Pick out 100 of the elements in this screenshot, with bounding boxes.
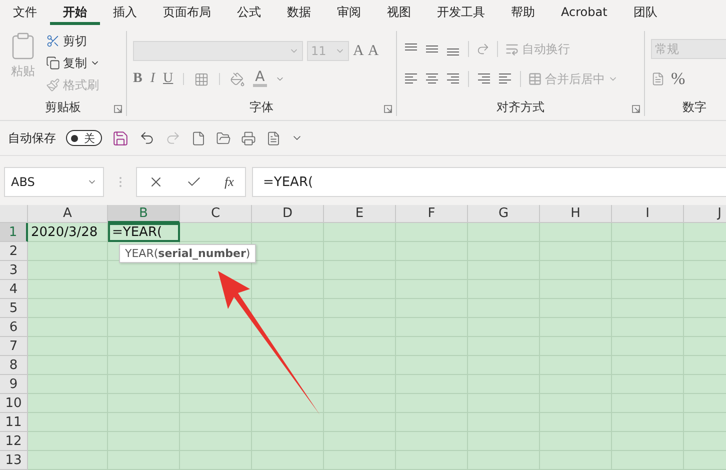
table-cell[interactable]	[468, 394, 540, 413]
table-cell[interactable]	[612, 280, 684, 299]
ribbon-tab[interactable]: 公式	[224, 0, 274, 25]
table-cell[interactable]	[612, 356, 684, 375]
column-header[interactable]: F	[396, 205, 468, 223]
table-cell[interactable]	[108, 318, 180, 337]
active-cell[interactable]: =YEAR(	[108, 223, 180, 242]
column-header[interactable]: G	[468, 205, 540, 223]
table-cell[interactable]	[324, 223, 396, 242]
copy-button[interactable]: 复制	[46, 53, 100, 73]
table-cell[interactable]	[28, 413, 108, 432]
redo-icon[interactable]	[165, 130, 181, 146]
table-cell[interactable]	[108, 280, 180, 299]
table-cell[interactable]	[108, 375, 180, 394]
cut-button[interactable]: 剪切	[46, 31, 100, 51]
font-color-button[interactable]: A	[253, 71, 267, 87]
row-header[interactable]: 3	[0, 261, 28, 280]
table-cell[interactable]	[612, 451, 684, 470]
row-header[interactable]: 1	[0, 223, 28, 242]
shrink-font-button[interactable]: A	[368, 42, 379, 60]
printer-icon[interactable]	[241, 130, 256, 146]
table-cell[interactable]	[468, 413, 540, 432]
table-cell[interactable]	[396, 261, 468, 280]
table-cell[interactable]	[324, 451, 396, 470]
table-cell[interactable]	[468, 451, 540, 470]
font-name-field[interactable]	[133, 41, 303, 61]
table-cell[interactable]	[108, 432, 180, 451]
bold-button[interactable]: B	[133, 71, 142, 87]
table-cell[interactable]	[468, 280, 540, 299]
table-cell[interactable]	[28, 375, 108, 394]
percent-button[interactable]: %	[671, 69, 686, 89]
table-cell[interactable]	[612, 337, 684, 356]
column-header[interactable]: H	[540, 205, 612, 223]
table-cell[interactable]	[28, 280, 108, 299]
table-cell[interactable]	[324, 356, 396, 375]
row-header[interactable]: 10	[0, 394, 28, 413]
table-cell[interactable]	[612, 261, 684, 280]
table-cell[interactable]	[180, 375, 252, 394]
table-cell[interactable]	[396, 413, 468, 432]
grow-font-button[interactable]: A	[353, 42, 364, 60]
table-cell[interactable]	[324, 432, 396, 451]
table-cell[interactable]	[540, 337, 612, 356]
underline-button[interactable]: U	[163, 71, 174, 87]
borders-icon[interactable]	[194, 72, 210, 86]
table-cell[interactable]	[180, 394, 252, 413]
table-cell[interactable]	[468, 242, 540, 261]
drag-handle-icon[interactable]	[118, 176, 122, 188]
table-cell[interactable]	[108, 451, 180, 470]
save-icon[interactable]	[112, 130, 129, 147]
ribbon-tab[interactable]: 插入	[100, 0, 150, 25]
table-cell[interactable]	[612, 432, 684, 451]
table-cell[interactable]	[612, 394, 684, 413]
table-cell[interactable]	[468, 375, 540, 394]
table-cell[interactable]	[540, 413, 612, 432]
table-cell[interactable]	[396, 432, 468, 451]
ribbon-tab[interactable]: 文件	[0, 0, 50, 25]
ribbon-tab[interactable]: 开始	[50, 0, 100, 25]
table-cell[interactable]	[28, 451, 108, 470]
autosave-toggle[interactable]: 关	[66, 130, 102, 146]
table-cell[interactable]	[396, 394, 468, 413]
row-header[interactable]: 13	[0, 451, 28, 470]
table-cell[interactable]	[540, 223, 612, 242]
table-cell[interactable]	[396, 280, 468, 299]
ribbon-tab[interactable]: 审阅	[324, 0, 374, 25]
row-header[interactable]: 6	[0, 318, 28, 337]
table-cell[interactable]	[468, 299, 540, 318]
table-cell[interactable]	[324, 242, 396, 261]
table-cell[interactable]	[396, 299, 468, 318]
table-cell[interactable]: 2020/3/28	[28, 223, 108, 242]
table-cell[interactable]	[612, 242, 684, 261]
table-cell[interactable]	[396, 223, 468, 242]
table-cell[interactable]	[324, 394, 396, 413]
italic-button[interactable]: I	[150, 71, 156, 87]
table-cell[interactable]	[612, 413, 684, 432]
table-cell[interactable]	[252, 280, 324, 299]
ribbon-tab[interactable]: 视图	[374, 0, 424, 25]
select-all-corner[interactable]	[0, 205, 28, 223]
name-box[interactable]: ABS	[4, 167, 104, 197]
dialog-launcher-icon[interactable]	[114, 105, 122, 114]
table-cell[interactable]	[28, 299, 108, 318]
table-cell[interactable]	[324, 375, 396, 394]
table-cell[interactable]	[468, 223, 540, 242]
table-cell[interactable]	[396, 375, 468, 394]
row-header[interactable]: 4	[0, 280, 28, 299]
table-cell[interactable]	[468, 337, 540, 356]
undo-icon[interactable]	[139, 130, 155, 146]
table-cell[interactable]	[468, 356, 540, 375]
table-cell[interactable]	[28, 432, 108, 451]
row-header[interactable]: 8	[0, 356, 28, 375]
row-header[interactable]: 12	[0, 432, 28, 451]
table-cell[interactable]	[180, 413, 252, 432]
table-cell[interactable]	[180, 451, 252, 470]
table-cell[interactable]	[540, 261, 612, 280]
table-cell[interactable]	[180, 223, 252, 242]
table-cell[interactable]	[612, 299, 684, 318]
table-cell[interactable]	[468, 261, 540, 280]
table-cell[interactable]	[180, 432, 252, 451]
table-cell[interactable]	[540, 394, 612, 413]
table-cell[interactable]	[540, 299, 612, 318]
table-cell[interactable]	[540, 356, 612, 375]
